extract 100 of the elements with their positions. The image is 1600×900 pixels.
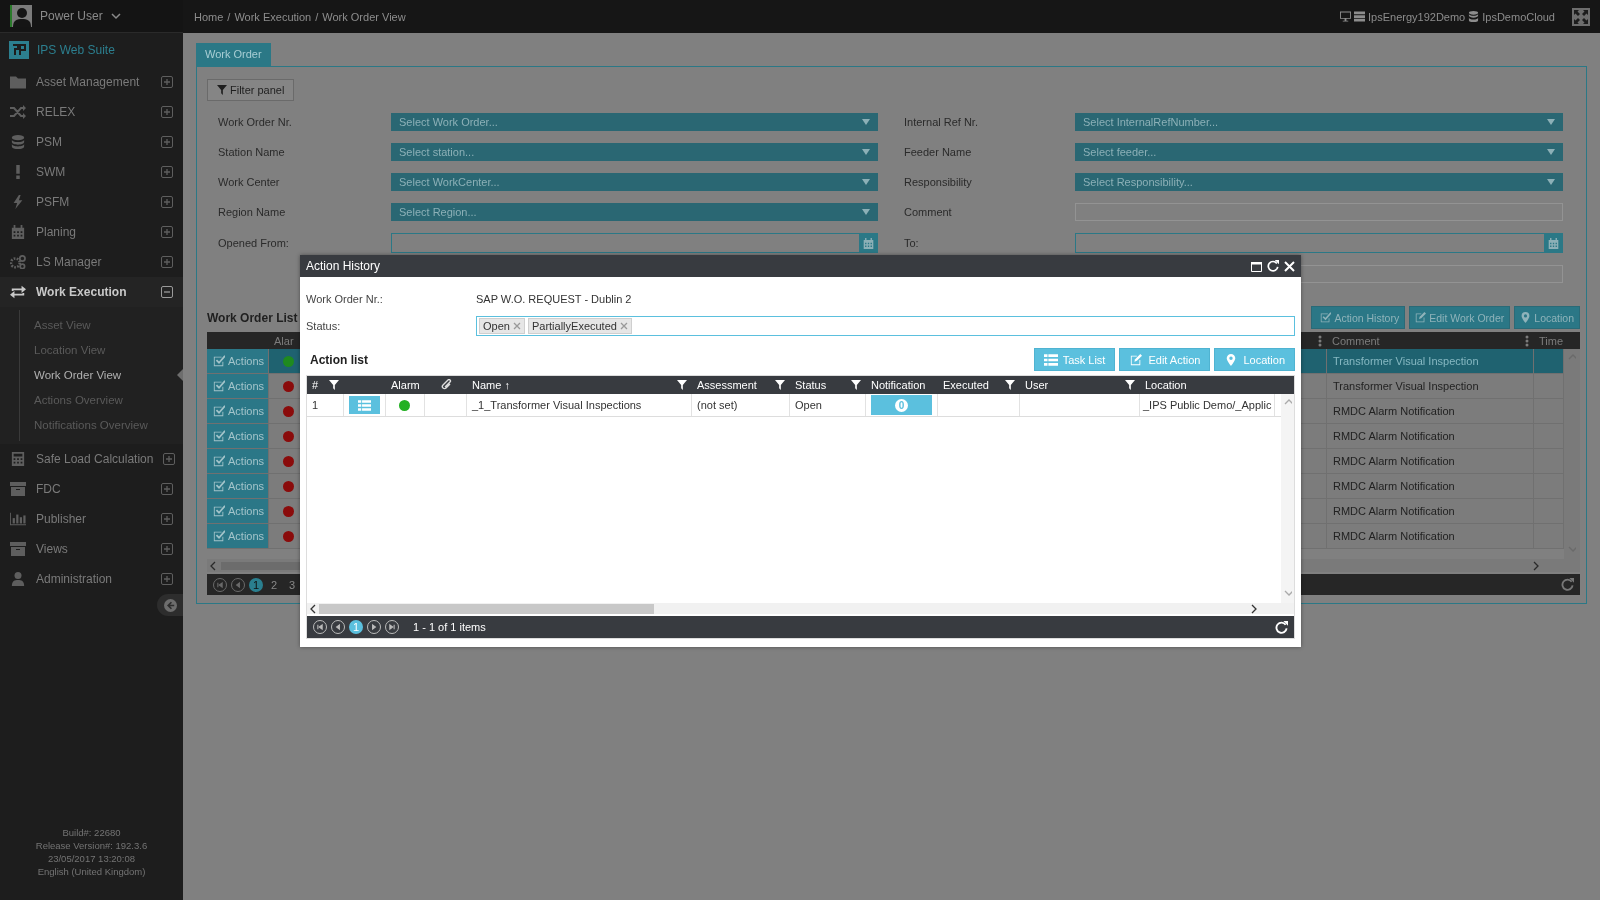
field-label: Internal Ref Nr. (904, 116, 979, 128)
field-label: Work Order Nr. (218, 116, 293, 128)
field-label: Feeder Name (904, 146, 973, 158)
sidebar-item[interactable]: SWM (0, 157, 183, 187)
actions-button[interactable]: Actions (207, 499, 268, 523)
count-badge: 0 (895, 398, 908, 412)
table-cell-text: Transformer Visual Inspection (1332, 380, 1479, 392)
sidebar-item[interactable]: FDC (0, 474, 183, 504)
table-cell-text: RMDC Alarm Notification (1332, 430, 1455, 442)
toolbar-button[interactable]: Action History (1311, 306, 1406, 329)
footer-text: Release Version#: 192.3.6 (35, 839, 148, 852)
page-button[interactable]: 1 (249, 577, 263, 592)
footer-text: Build#: 22680 (62, 826, 121, 839)
actions-button[interactable]: Actions (207, 349, 268, 373)
submenu-item[interactable]: Notifications Overview (0, 412, 183, 437)
dropdown[interactable]: Select Work Order... (391, 113, 878, 131)
column-header[interactable]: User (1025, 379, 1049, 391)
footer-text: 23/05/2017 13:20:08 (47, 852, 136, 865)
column-header[interactable]: Assessment (697, 379, 757, 391)
dropdown[interactable]: Select feeder... (1075, 143, 1563, 161)
column-header[interactable]: Executed (943, 379, 989, 391)
field-label: Responsibility (904, 176, 973, 188)
status-tag[interactable]: PartiallyExecuted (527, 318, 632, 334)
sidebar-item[interactable]: Safe Load Calculation (0, 444, 183, 474)
dialog-title: Action History (306, 259, 381, 273)
actions-button[interactable]: Actions (207, 449, 268, 473)
sidebar-item[interactable]: RELEX (0, 97, 183, 127)
sidebar-item[interactable]: Asset Management (0, 67, 183, 97)
footer-text: English (United Kingdom) (37, 865, 146, 878)
breadcrumb-separator: / (315, 10, 319, 23)
column-header[interactable]: Location (1145, 379, 1187, 391)
page-button[interactable]: 1 (349, 620, 363, 634)
field-label: Comment (904, 206, 953, 218)
sidebar-item[interactable]: Planing (0, 217, 183, 247)
field-label: Work Center (218, 176, 281, 188)
actions-button[interactable]: Actions (207, 399, 268, 423)
dropdown[interactable]: Select Region... (391, 203, 878, 221)
dropdown[interactable]: Select InternalRefNumber... (1075, 113, 1563, 131)
user-name[interactable]: Power User (40, 9, 103, 23)
breadcrumb-link[interactable]: Work Order View (322, 10, 406, 23)
dropdown[interactable]: Select WorkCenter... (391, 173, 878, 191)
dropdown[interactable]: Select Responsibility... (1075, 173, 1563, 191)
table-cell-text: Transformer Visual Inspection (1332, 355, 1479, 367)
actions-button[interactable]: Actions (207, 524, 268, 548)
app-name: IPS Web Suite (37, 43, 115, 57)
sidebar-item[interactable]: LS Manager (0, 247, 183, 277)
actions-button[interactable]: Actions (207, 424, 268, 448)
toolbar-button[interactable]: Edit Action (1119, 348, 1211, 371)
field-label: Region Name (218, 206, 287, 218)
database-name: IpsDemoCloud (1482, 10, 1555, 23)
client-name: IpsEnergy192Demo (1368, 10, 1466, 23)
sidebar-item[interactable]: Publisher (0, 504, 183, 534)
page-button[interactable]: 2 (267, 577, 281, 592)
column-header[interactable]: Time (1539, 334, 1564, 347)
breadcrumb-link[interactable]: Home (194, 10, 224, 23)
status-tag[interactable]: Open (479, 318, 525, 334)
table-cell-text: RMDC Alarm Notification (1332, 405, 1455, 417)
filter-panel-button[interactable]: Filter panel (207, 79, 295, 101)
column-header[interactable]: Alar (274, 334, 294, 347)
section-title: Work Order List (207, 310, 298, 325)
notification-button[interactable]: 0 (871, 395, 932, 415)
column-header[interactable]: Status (795, 379, 827, 391)
pager-summary: 1 - 1 of 1 items (413, 621, 486, 633)
table-cell-text: RMDC Alarm Notification (1332, 455, 1455, 467)
submenu-item[interactable]: Work Order View (0, 362, 183, 387)
field-label: Work Order Nr.: (306, 293, 384, 305)
page-button[interactable]: 3 (285, 577, 299, 592)
actions-button[interactable]: Actions (207, 474, 268, 498)
status-field[interactable]: Open PartiallyExecuted (476, 316, 1295, 336)
table-cell: 1 (312, 399, 319, 411)
toolbar-button[interactable]: Task List (1033, 348, 1116, 371)
sidebar-item[interactable]: PSM (0, 127, 183, 157)
field-value: SAP W.O. REQUEST - Dublin 2 (476, 293, 633, 305)
field-label: To: (904, 237, 920, 249)
toolbar-button[interactable]: Location (1514, 306, 1580, 329)
sidebar-item[interactable]: Views (0, 534, 183, 564)
column-header[interactable]: Alarm (391, 379, 420, 391)
table-cell: Open (795, 399, 822, 411)
dropdown[interactable]: Select station... (391, 143, 878, 161)
field-label: Status: (306, 320, 342, 332)
breadcrumb-link[interactable]: Work Execution (234, 10, 312, 23)
toolbar-button[interactable]: Edit Work Order (1409, 306, 1511, 329)
sidebar-item[interactable]: Administration (0, 564, 183, 594)
table-cell: _1_Transformer Visual Inspections (472, 399, 642, 411)
actions-button[interactable]: Actions (207, 374, 268, 398)
column-header[interactable]: Comment (1332, 334, 1380, 347)
field-label: Opened From: (218, 237, 290, 249)
column-header[interactable]: Name ↑ (472, 379, 510, 391)
field-label: Station Name (218, 146, 286, 158)
column-header[interactable]: # (312, 379, 319, 391)
column-header[interactable]: Notification (871, 379, 926, 391)
section-title: Action list (309, 352, 368, 367)
table-cell: _IPS Public Demo/_Applic (1143, 399, 1272, 411)
table-cell-text: RMDC Alarm Notification (1332, 530, 1455, 542)
toolbar-button[interactable]: Location (1214, 348, 1295, 371)
submenu-item[interactable]: Location View (0, 337, 183, 362)
table-cell-text: RMDC Alarm Notification (1332, 480, 1455, 492)
sidebar-item[interactable]: PSFM (0, 187, 183, 217)
sidebar-item[interactable]: Work Execution (0, 277, 183, 307)
tab[interactable]: Work Order (196, 43, 271, 66)
